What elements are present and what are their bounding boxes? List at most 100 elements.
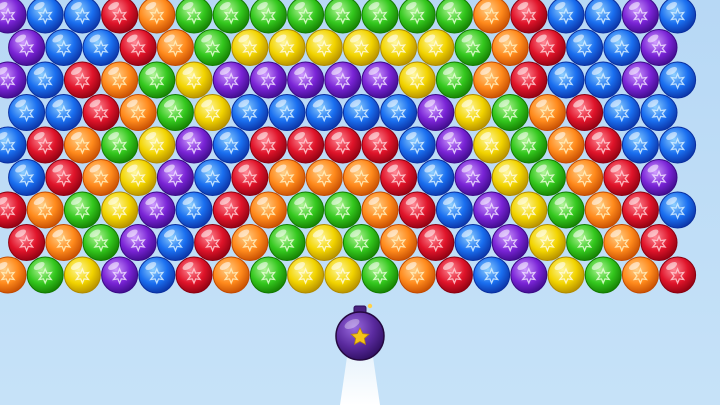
bubble-red	[8, 224, 46, 261]
bubble-orange	[119, 94, 157, 131]
bubble-purple	[175, 126, 213, 164]
bubble-purple	[156, 159, 194, 196]
bubble-body	[417, 159, 455, 196]
bubble-body	[380, 224, 418, 261]
bubble-blue	[82, 29, 120, 66]
bubble-blue	[138, 256, 176, 294]
bubble-blue	[603, 94, 641, 131]
bubble-red	[640, 224, 678, 261]
bubble-blue	[268, 94, 306, 131]
bubble-blue	[417, 159, 455, 196]
bubble-body	[305, 29, 343, 66]
bubble-body	[249, 126, 287, 164]
bubble-red	[398, 191, 436, 229]
bubble-green	[454, 29, 492, 66]
bubble-orange	[82, 159, 120, 196]
bubble-blue	[0, 126, 27, 164]
bubble-purple	[212, 61, 250, 99]
bubble-orange	[380, 224, 418, 261]
bubble-launcher[interactable]	[318, 300, 402, 405]
bubble-body	[305, 224, 343, 261]
bubble-purple	[8, 29, 46, 66]
bubble-blue	[231, 94, 269, 131]
game-board[interactable]	[0, 0, 720, 405]
bubble-body	[101, 256, 139, 294]
bubble-body	[603, 29, 641, 66]
bubble-green	[212, 0, 250, 34]
bubble-yellow	[287, 256, 325, 294]
bubble-body	[584, 126, 622, 164]
bubble-body	[528, 94, 566, 131]
bubble-green	[175, 0, 213, 34]
bubble-body	[473, 0, 511, 34]
bubble-blue	[156, 224, 194, 261]
bubble-body	[82, 224, 120, 261]
bubble-body	[45, 29, 83, 66]
bubble-purple	[287, 61, 325, 99]
bubble-yellow	[398, 61, 436, 99]
bubble-body	[101, 191, 139, 229]
bubble-yellow	[417, 29, 455, 66]
bubble-orange	[45, 224, 83, 261]
bubble-body	[45, 224, 83, 261]
bubble-body	[156, 159, 194, 196]
bubble-blue	[659, 126, 697, 164]
bubble-green	[156, 94, 194, 131]
bubble-red	[194, 224, 232, 261]
bubble-body	[361, 256, 399, 294]
bubble-body	[380, 94, 418, 131]
bubble-body	[63, 256, 101, 294]
bubble-green	[491, 94, 529, 131]
bubble-red	[621, 191, 659, 229]
bubble-purple	[324, 61, 362, 99]
bubble-body	[82, 94, 120, 131]
bubble-body	[8, 159, 46, 196]
bubble-body	[231, 159, 269, 196]
bubble-yellow	[342, 29, 380, 66]
bubble-body	[26, 0, 64, 34]
bubble-body	[194, 224, 232, 261]
bubble-body	[45, 94, 83, 131]
bubble-red	[287, 126, 325, 164]
bubble-green	[249, 256, 287, 294]
bubble-body	[231, 224, 269, 261]
bubble-body	[138, 126, 176, 164]
bubble-body	[212, 61, 250, 99]
bubble-yellow	[119, 159, 157, 196]
bubble-body	[138, 191, 176, 229]
bubble-body	[305, 159, 343, 196]
bubble-body	[175, 0, 213, 34]
bubble-body	[138, 256, 176, 294]
bubble-purple	[0, 0, 27, 34]
bubble-orange	[26, 191, 64, 229]
bubble-blue	[175, 191, 213, 229]
bubble-green	[361, 0, 399, 34]
bubble-green	[547, 191, 585, 229]
bubble-orange	[566, 159, 604, 196]
bubble-body	[45, 159, 83, 196]
bubble-blue	[212, 126, 250, 164]
bubble-body	[324, 61, 362, 99]
bubble-body	[640, 159, 678, 196]
bubble-body	[231, 94, 269, 131]
bubble-body	[249, 0, 287, 34]
bubble-green	[26, 256, 64, 294]
bubble-body	[454, 159, 492, 196]
bubble-body	[305, 94, 343, 131]
bubble-yellow	[547, 256, 585, 294]
bubble-body	[342, 224, 380, 261]
bubble-body	[194, 29, 232, 66]
bubble-orange	[342, 159, 380, 196]
bubble-body	[249, 256, 287, 294]
bubble-body	[473, 126, 511, 164]
bomb-bubble[interactable]	[335, 303, 385, 361]
bubble-body	[156, 29, 194, 66]
bubble-red	[510, 61, 548, 99]
bubble-yellow	[175, 61, 213, 99]
bubble-body	[342, 159, 380, 196]
bubble-green	[63, 191, 101, 229]
bubble-blue	[659, 191, 697, 229]
bubble-green	[287, 0, 325, 34]
bubble-red	[324, 126, 362, 164]
bubble-body	[194, 159, 232, 196]
